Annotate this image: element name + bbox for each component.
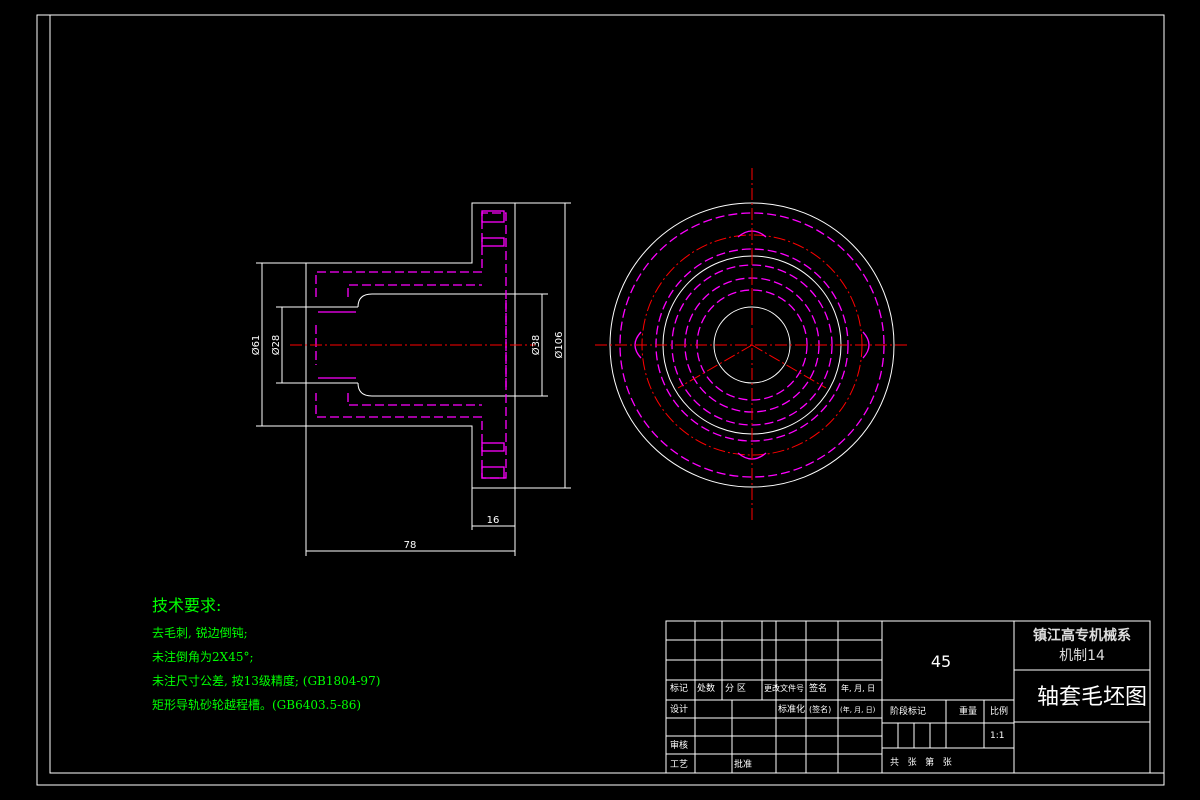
drawing-name: 轴套毛坯图 <box>1037 685 1147 710</box>
tech-line-1: 去毛刺, 锐边倒钝; <box>152 626 248 640</box>
side-view <box>256 202 571 556</box>
hdr-review: 审核 <box>670 739 688 751</box>
dimension-lines <box>256 202 571 556</box>
hdr-design: 设计 <box>670 703 688 715</box>
dim-16: 16 <box>487 515 500 526</box>
school-line-2: 机制14 <box>1059 648 1105 664</box>
tech-line-4: 矩形导轨砂轮越程槽。(GB6403.5-86) <box>152 697 361 712</box>
hdr-zone: 分 区 <box>725 683 746 694</box>
slot-bottom-2 <box>481 466 505 479</box>
hdr-change-doc: 更改文件号 <box>764 683 804 693</box>
school-line-1: 镇江高专机械系 <box>1033 627 1131 644</box>
dim-d28: Ø28 <box>270 335 282 356</box>
outer-frame <box>36 14 1165 786</box>
hdr-mark: 标记 <box>670 682 688 694</box>
slot-top-2 <box>481 237 505 247</box>
hdr-date2: (年, 月, 日) <box>840 705 876 714</box>
hdr-count: 处数 <box>697 682 715 694</box>
hdr-scale: 比例 <box>990 705 1008 717</box>
dim-d38: Ø38 <box>530 335 542 356</box>
hdr-stage-mark: 阶段标记 <box>890 705 926 717</box>
hdr-sheets: 共 张 第 张 <box>890 756 952 768</box>
hdr-sign2: (签名) <box>809 704 831 714</box>
front-view <box>595 168 908 522</box>
dim-d106: Ø106 <box>553 332 565 359</box>
material: 45 <box>931 652 951 671</box>
hdr-sign: 签名 <box>809 682 827 694</box>
hdr-process: 工艺 <box>670 759 688 770</box>
hdr-standardize: 标准化 <box>778 703 805 715</box>
hdr-weight: 重量 <box>959 705 977 717</box>
tech-line-3: 未注尺寸公差, 按13级精度; (GB1804-97) <box>152 673 380 688</box>
hdr-approve: 批准 <box>734 758 752 770</box>
scale-value: 1:1 <box>990 731 1004 741</box>
dim-d61: Ø61 <box>250 335 262 356</box>
tech-heading: 技术要求: <box>152 596 221 615</box>
hdr-date: 年, 月, 日 <box>841 683 875 693</box>
tech-line-2: 未注倒角为2X45°; <box>152 649 254 664</box>
dim-78: 78 <box>404 540 417 551</box>
drawing-canvas: Ø61 Ø28 Ø38 Ø106 16 78 标记 处数 分 区 更改文件号 签… <box>36 14 1165 786</box>
slot-bottom-1 <box>481 442 505 452</box>
